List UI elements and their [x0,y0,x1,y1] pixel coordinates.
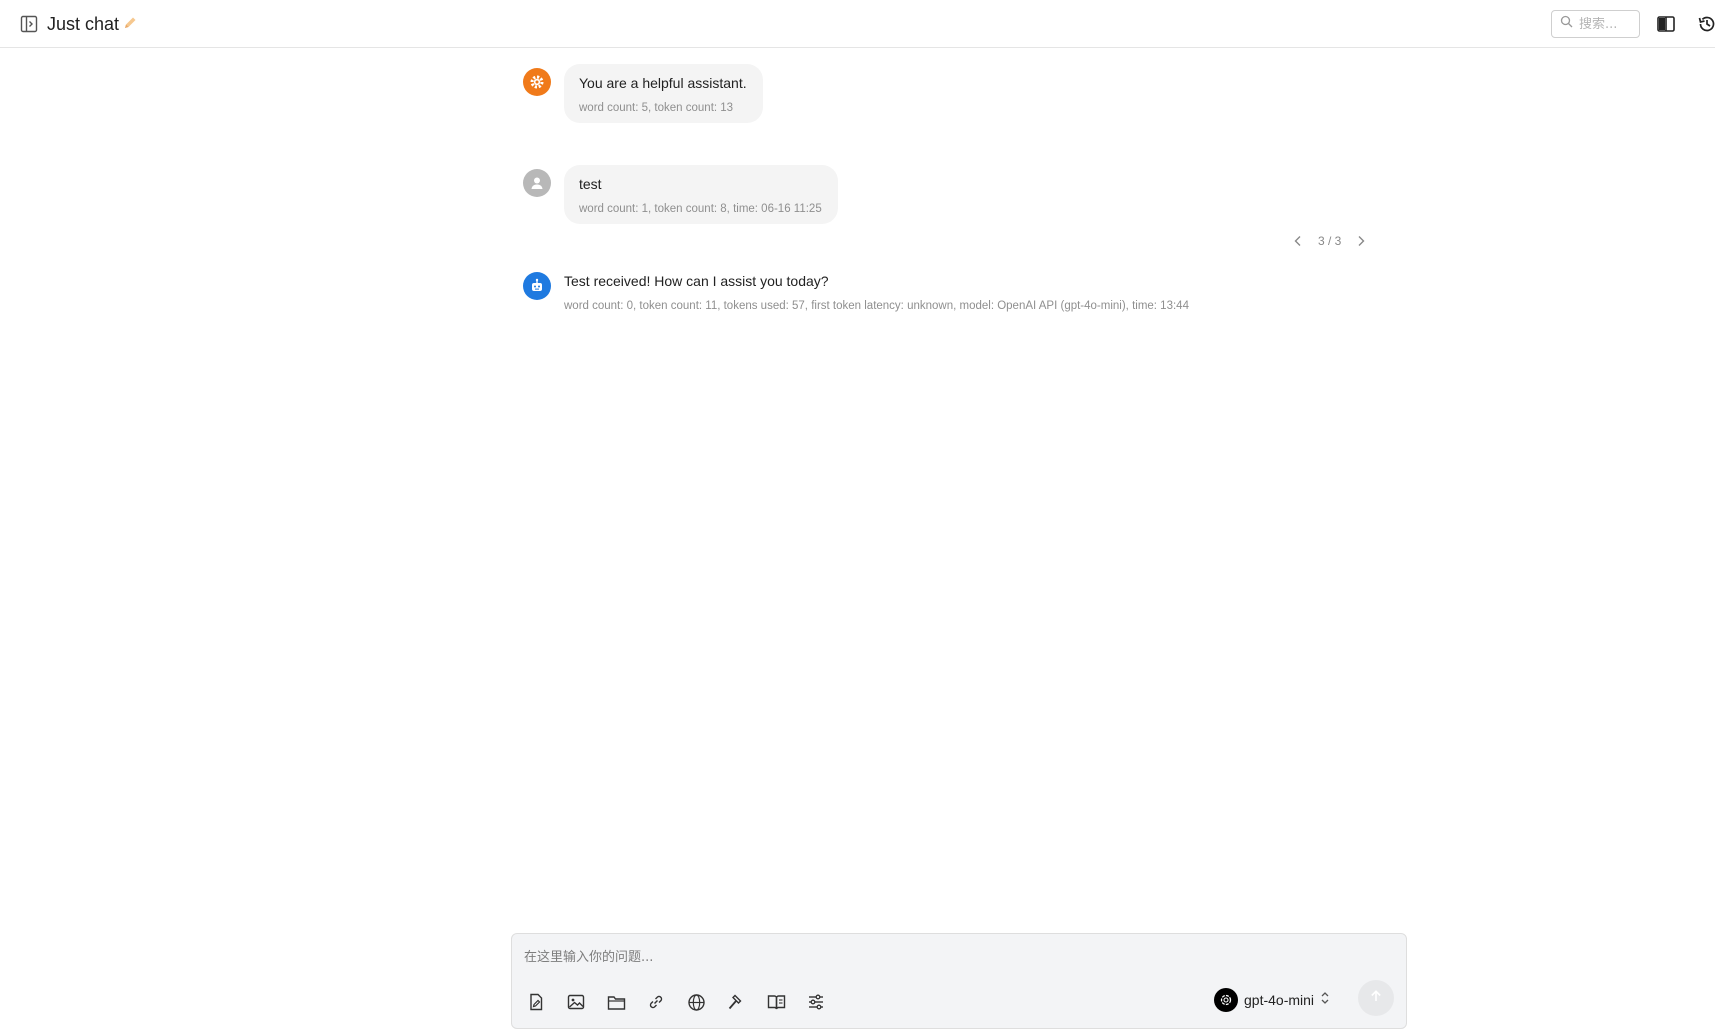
message-text: Test received! How can I assist you toda… [564,273,829,289]
message-composer: gpt-4o-mini [511,933,1407,1029]
chevron-left-icon[interactable] [1290,233,1306,249]
search-box[interactable] [1551,10,1640,38]
composer-toolbar [525,991,827,1013]
hammer-icon[interactable] [725,991,747,1013]
openai-logo-icon [1214,988,1238,1012]
message-meta: word count: 0, token count: 11, tokens u… [564,300,1189,312]
chevron-updown-icon [1320,990,1330,1011]
send-button[interactable] [1358,980,1394,1016]
chevron-right-icon[interactable] [1353,233,1369,249]
message-bubble: test word count: 1, token count: 8, time… [564,165,838,224]
arrow-up-icon [1369,989,1383,1008]
message-meta: word count: 1, token count: 8, time: 06-… [579,203,822,215]
model-name: gpt-4o-mini [1244,992,1315,1008]
app-header: Just chat [0,0,1715,48]
pager-label: 3 / 3 [1318,234,1342,248]
history-icon[interactable] [1696,13,1715,35]
split-view-icon[interactable] [1655,13,1677,35]
link-icon[interactable] [645,991,667,1013]
message-bubble: You are a helpful assistant. word count:… [564,64,763,123]
search-input[interactable] [1579,16,1637,32]
sliders-icon[interactable] [805,991,827,1013]
pencil-icon[interactable] [122,15,138,31]
message-meta: word count: 5, token count: 13 [579,102,734,114]
search-icon [1560,15,1573,33]
person-icon [523,169,551,197]
message-text: You are a helpful assistant. [579,75,747,91]
robot-icon [523,272,551,300]
message-input[interactable] [524,946,1384,968]
gear-icon [523,68,551,96]
folder-icon[interactable] [605,991,627,1013]
page-title: Just chat [47,14,120,34]
globe-icon[interactable] [685,991,707,1013]
image-icon[interactable] [565,991,587,1013]
message-text: test [579,176,602,192]
sidebar-toggle-icon[interactable] [19,14,39,34]
assistant-response: Test received! How can I assist you toda… [564,272,1189,313]
edit-document-icon[interactable] [525,991,547,1013]
response-pager: 3 / 3 [1290,233,1369,249]
book-icon[interactable] [765,991,787,1013]
model-selector[interactable]: gpt-4o-mini [1214,988,1330,1012]
